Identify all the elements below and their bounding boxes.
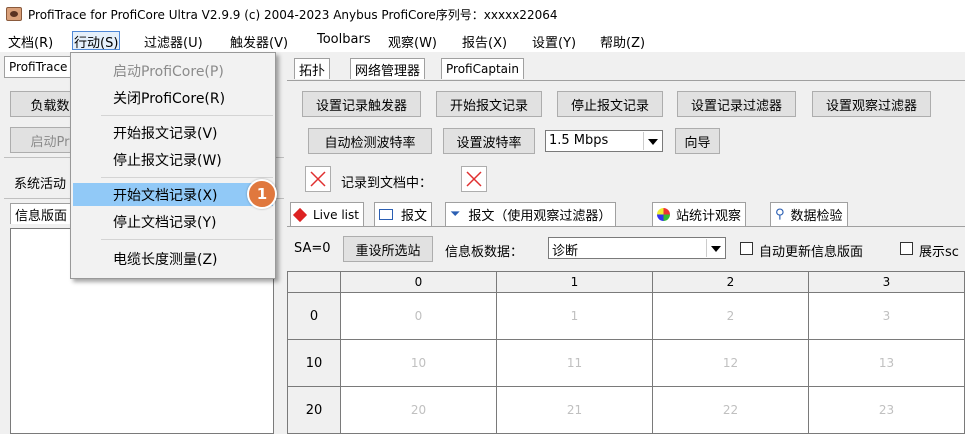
grid-cell[interactable]: 3 [808,292,965,340]
close-icon[interactable] [461,166,487,192]
tab-messages[interactable]: 报文 [374,202,433,226]
title-bar: ProfiTrace for ProfiCore Ultra V2.9.9 (c… [0,0,965,28]
grid-cell[interactable]: 12 [652,339,809,387]
app-icon [6,7,22,21]
filter-icon: ⏷ [450,207,461,222]
grid-cell[interactable]: 2 [652,292,809,340]
menu-start-message-record[interactable]: 开始报文记录(V) [73,121,273,144]
grid-corner [287,271,341,293]
diamond-icon [292,207,308,222]
tab-label: 站统计观察 [676,209,742,224]
menu-settings[interactable]: 设置(Y) [530,31,578,51]
set-record-trigger-button[interactable]: 设置记录触发器 [302,91,421,117]
wizard-button[interactable]: 向导 [675,128,720,154]
auto-detect-baud-button[interactable]: 自动检测波特率 [308,128,432,154]
menu-separator [101,177,273,178]
set-baud-button[interactable]: 设置波特率 [443,128,535,154]
grid-cell[interactable]: 21 [496,386,653,434]
system-activity-label: 系统活动 [14,177,67,192]
menu-separator [101,239,273,240]
info-board-value: 诊断 [552,244,579,259]
grid-col-header: 0 [340,271,497,293]
tab-live-list[interactable]: Live list [290,202,364,226]
action-menu-dropdown: 启动ProfiCore(P) 关闭ProfiCore(R) 开始报文记录(V) … [70,52,276,279]
grid-col-header: 3 [808,271,965,293]
menu-stop-file-record[interactable]: 停止文档记录(Y) [73,210,273,233]
baud-rate-select[interactable]: 1.5 Mbps [545,130,663,152]
menu-trigger[interactable]: 触发器(V) [228,31,290,51]
auto-update-label: 自动更新信息版面 [759,245,864,260]
reset-station-button[interactable]: 重设所选站 [343,236,433,262]
show-checkbox[interactable] [900,242,913,255]
menu-bar: 文档(R) 行动(S) 过滤器(U) 触发器(V) Toolbars 观察(W)… [0,28,965,52]
step-callout-badge: 1 [247,179,277,209]
menu-view[interactable]: 观察(W) [386,31,439,51]
record-to-file-label: 记录到文档中： [341,176,433,191]
tab-messages-filtered[interactable]: ⏷ 报文（使用观察过滤器） [445,202,617,226]
message-icon [379,209,393,220]
tab-label: 报文 [401,209,428,224]
menu-filter[interactable]: 过滤器(U) [142,31,205,51]
grid-cell[interactable]: 23 [808,386,965,434]
grid-cell[interactable]: 20 [340,386,497,434]
baud-rate-value: 1.5 Mbps [549,133,609,148]
sa-text: SA=0 [294,241,331,256]
menu-file[interactable]: 文档(R) [6,31,55,51]
divider [287,80,965,81]
grid-col-header: 2 [652,271,809,293]
divider [287,226,965,227]
tab-topology[interactable]: 拓扑 [294,58,331,79]
tab-station-stats[interactable]: 站统计观察 [652,202,747,226]
menu-start-file-record[interactable]: 开始文档记录(X) [73,183,273,206]
grid-cell[interactable]: 1 [496,292,653,340]
chevron-down-icon[interactable] [706,239,724,257]
search-icon: ⚲ [775,207,785,222]
close-icon[interactable] [305,166,331,192]
menu-start-proficore[interactable]: 启动ProfiCore(P) [73,59,273,82]
info-board-select[interactable]: 诊断 [548,237,726,259]
grid-row-header: 0 [287,292,341,340]
menu-toolbars[interactable]: Toolbars [315,31,373,50]
pie-chart-icon [657,208,670,221]
info-panel-tab[interactable]: 信息版面 [10,203,73,224]
tab-data-check[interactable]: ⚲ 数据检验 [770,202,848,226]
show-label: 展示sc [919,245,959,260]
tab-label: 报文（使用观察过滤器） [468,209,612,224]
tab-label: 数据检验 [790,209,843,224]
stop-message-record-button[interactable]: 停止报文记录 [557,91,663,117]
chevron-down-icon[interactable] [643,132,661,150]
auto-update-checkbox[interactable] [740,242,753,255]
grid-cell[interactable]: 10 [340,339,497,387]
menu-report[interactable]: 报告(X) [460,31,509,51]
menu-separator [101,115,273,116]
tab-network-manager[interactable]: 网络管理器 [350,58,426,79]
grid-row-header: 20 [287,386,341,434]
grid-col-header: 1 [496,271,653,293]
grid-row-header: 10 [287,339,341,387]
menu-stop-message-record[interactable]: 停止报文记录(W) [73,148,273,171]
start-message-record-button[interactable]: 开始报文记录 [436,91,542,117]
menu-help[interactable]: 帮助(Z) [598,31,647,51]
menu-action[interactable]: 行动(S) [72,31,121,51]
info-board-label: 信息板数据： [445,245,524,260]
grid-cell[interactable]: 22 [652,386,809,434]
grid-cell[interactable]: 13 [808,339,965,387]
window-title: ProfiTrace for ProfiCore Ultra V2.9.9 (c… [28,8,558,22]
tab-proficaptain[interactable]: ProfiCaptain [441,58,524,79]
grid-cell[interactable]: 0 [340,292,497,340]
menu-cable-length[interactable]: 电缆长度测量(Z) [73,247,273,270]
set-view-filter-button[interactable]: 设置观察过滤器 [812,91,931,117]
grid-cell[interactable]: 11 [496,339,653,387]
menu-close-proficore[interactable]: 关闭ProfiCore(R) [73,86,273,109]
tab-profitrace[interactable]: ProfiTrace [4,56,73,78]
set-record-filter-button[interactable]: 设置记录过滤器 [677,91,796,117]
tab-label: Live list [313,207,359,222]
data-grid: 0 1 2 3 0 0 1 2 3 10 10 11 12 13 20 20 2… [287,271,965,434]
